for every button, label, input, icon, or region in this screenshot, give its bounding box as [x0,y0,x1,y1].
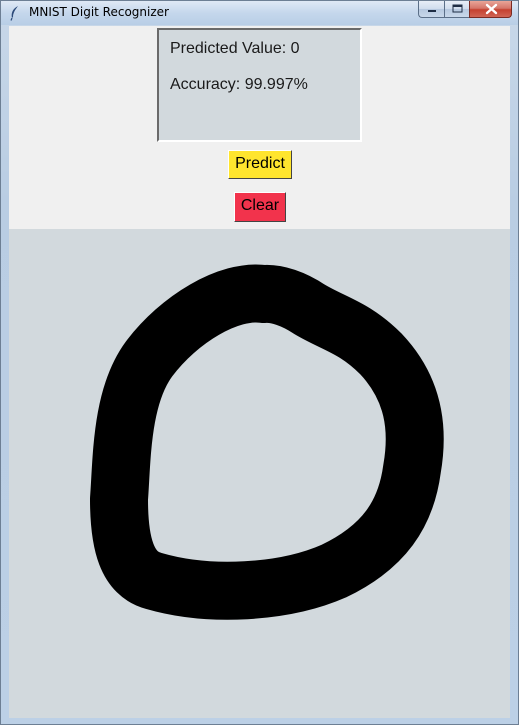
feather-icon [9,5,21,21]
drawing-canvas[interactable] [9,229,510,718]
predict-button[interactable]: Predict [228,150,292,179]
close-icon [485,3,498,15]
close-button[interactable] [469,1,512,18]
minimize-icon [428,10,436,12]
minimize-button[interactable] [418,1,444,18]
maximize-button[interactable] [444,1,469,18]
clear-button[interactable]: Clear [234,192,286,222]
window-title: MNIST Digit Recognizer [29,5,169,19]
title-bar[interactable]: MNIST Digit Recognizer [1,1,518,25]
accuracy-label: Accuracy: 99.997% [170,76,308,93]
predicted-value-label: Predicted Value: 0 [170,40,300,57]
maximize-icon [452,4,463,13]
client-area: Predicted Value: 0 Accuracy: 99.997% Pre… [9,26,510,718]
window-controls [418,1,512,19]
drawn-digit-stroke [90,264,444,620]
result-panel: Predicted Value: 0 Accuracy: 99.997% [157,28,362,142]
app-window: MNIST Digit Recognizer Predicted Value: … [0,0,519,725]
